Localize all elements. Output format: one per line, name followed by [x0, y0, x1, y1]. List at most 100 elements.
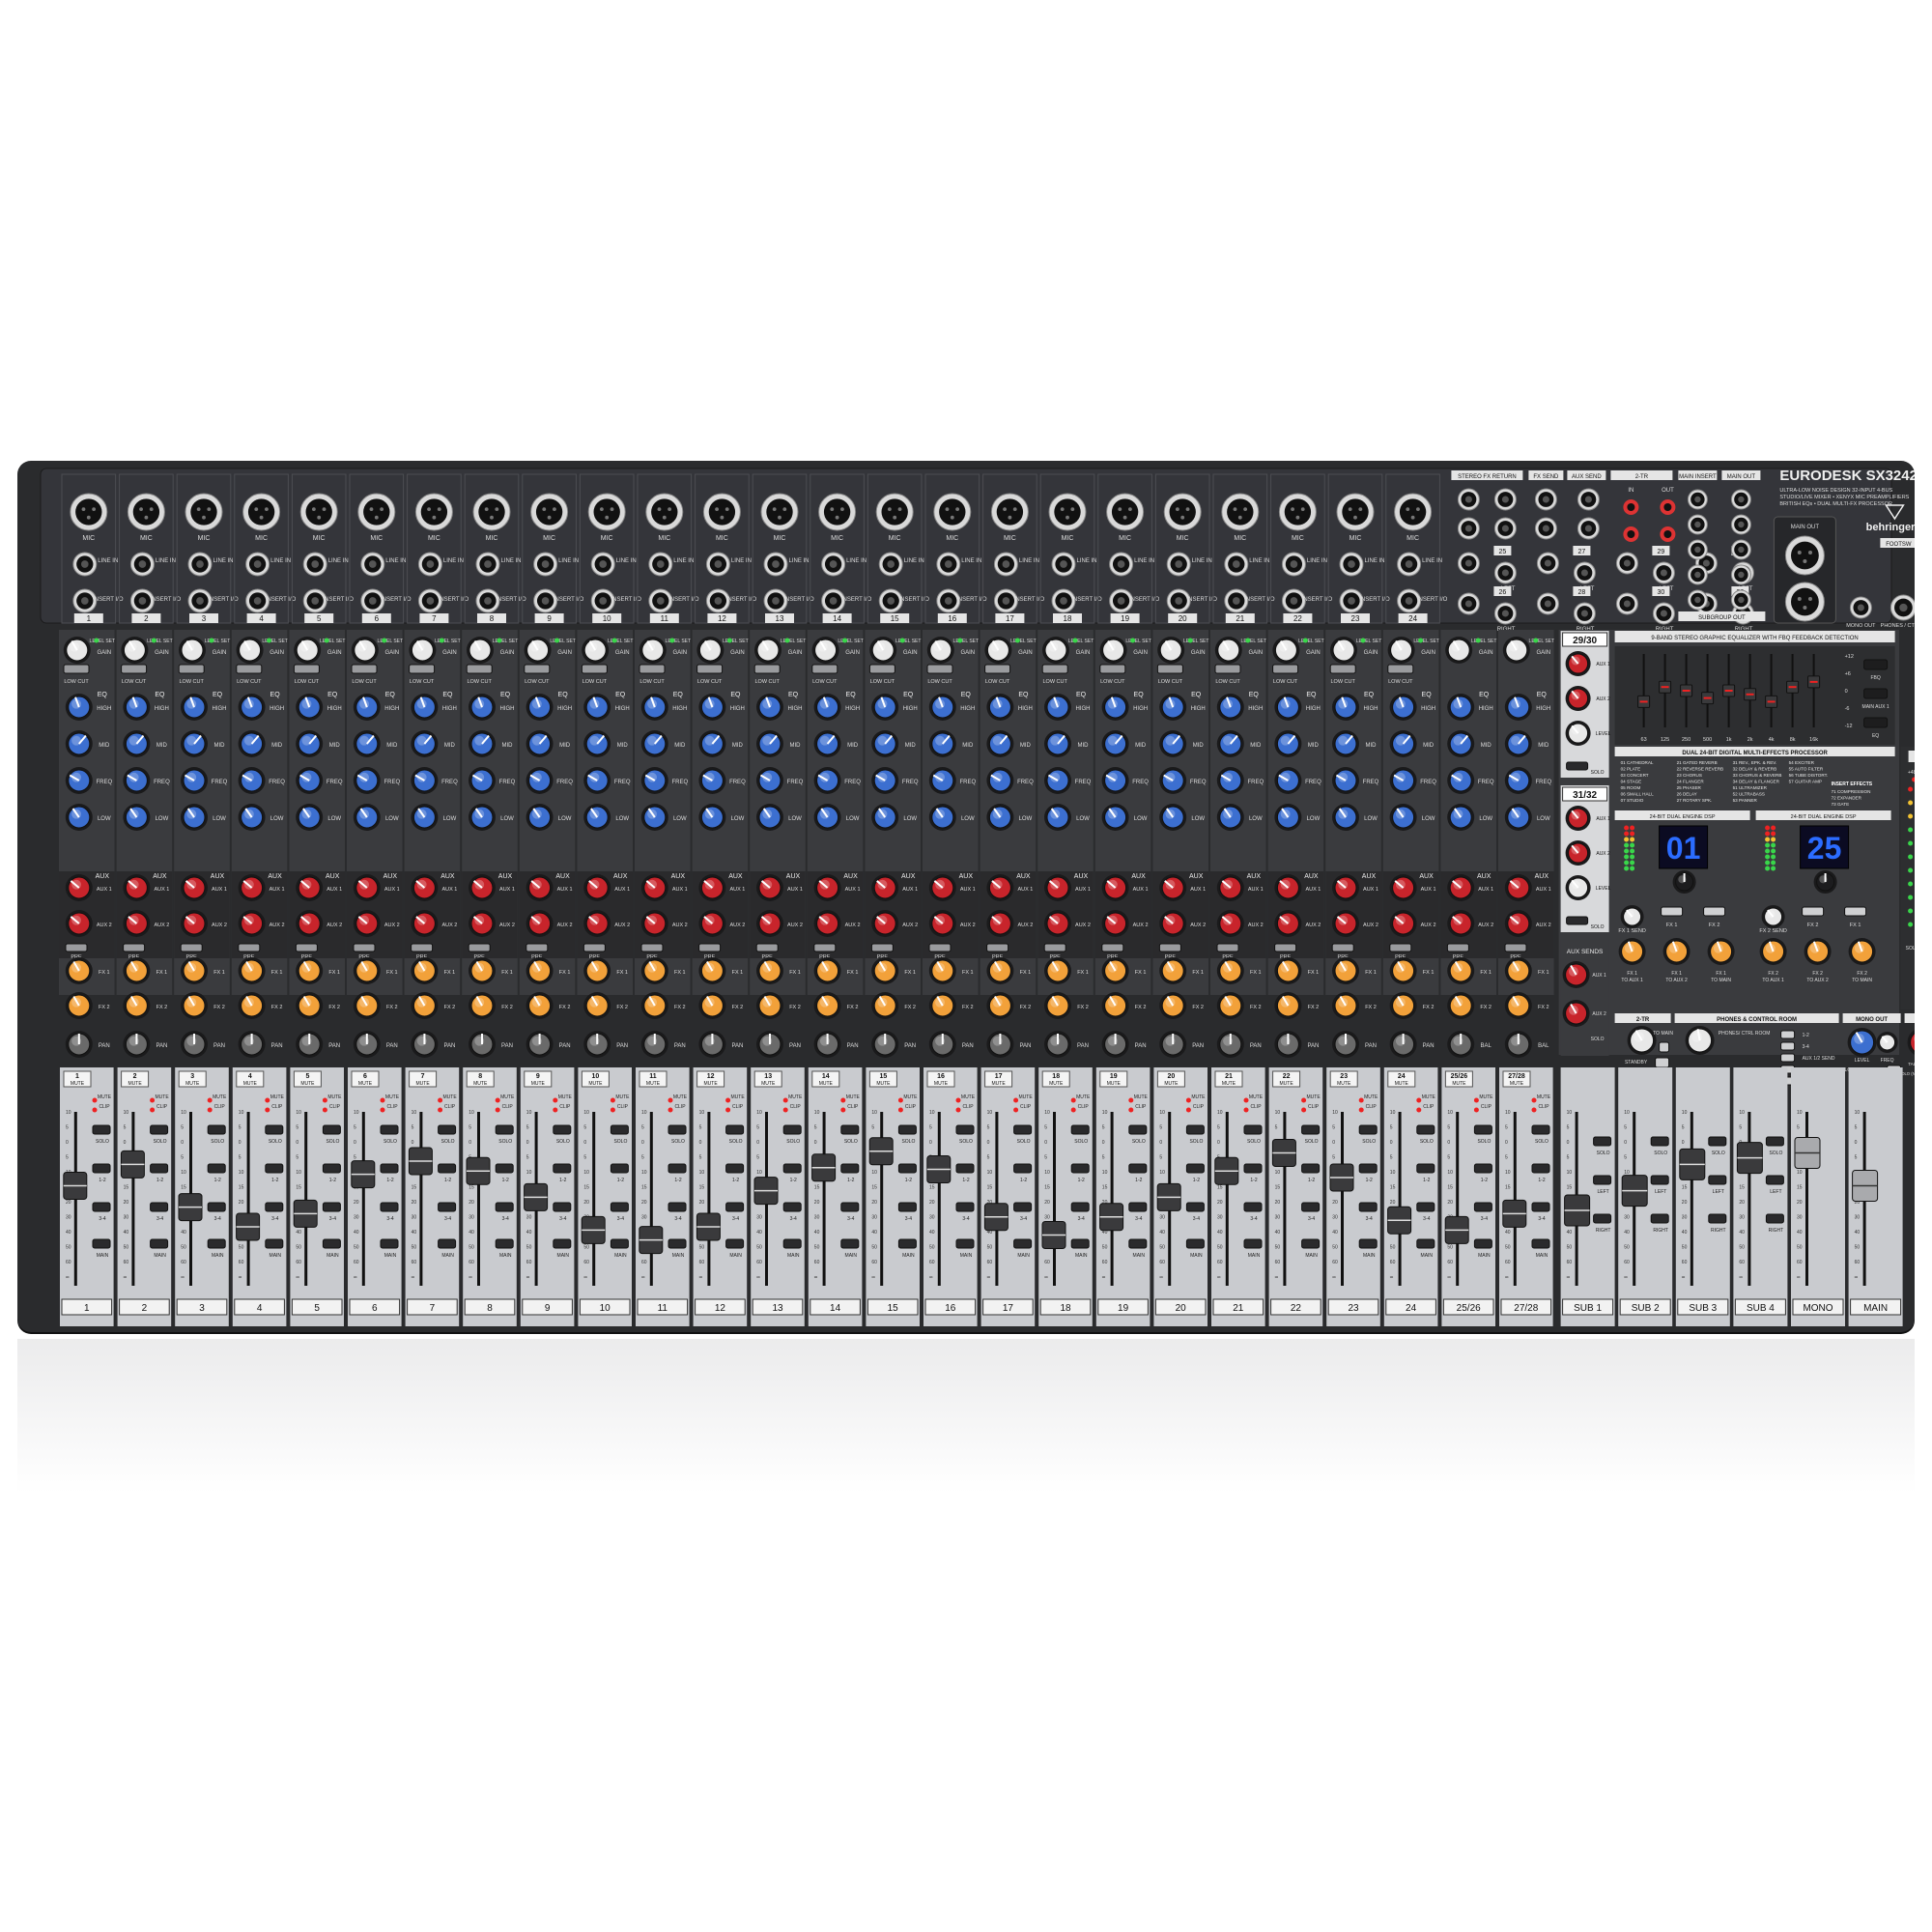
main-assign-button-12[interactable]: [725, 1238, 745, 1249]
fx1-send-knob-19[interactable]: [1101, 957, 1129, 984]
eq-low-knob-4[interactable]: [238, 804, 266, 831]
eq-high-knob-24[interactable]: [1389, 694, 1417, 721]
eq-low-knob-1[interactable]: [65, 804, 93, 831]
bus-34-button-15[interactable]: [897, 1202, 917, 1212]
mic-input-6[interactable]: [357, 493, 396, 531]
main-assign-button-7[interactable]: [438, 1238, 457, 1249]
low-cut-button-18[interactable]: [1041, 664, 1068, 674]
main-out-jack[interactable]: [1730, 564, 1751, 585]
eq-mid-knob-12[interactable]: [698, 730, 726, 757]
aux1-knob-10[interactable]: [583, 874, 611, 901]
fx2-send-knob-3[interactable]: [181, 992, 208, 1019]
aux2-knob-9[interactable]: [526, 910, 554, 937]
fx2-send-knob-27/28[interactable]: [1504, 992, 1532, 1019]
aux2-knob-12[interactable]: [698, 910, 726, 937]
pan-knob-17[interactable]: [986, 1031, 1014, 1058]
pan-knob-18[interactable]: [1044, 1031, 1071, 1058]
gain-knob-22[interactable]: [1272, 637, 1300, 664]
solo-button-23[interactable]: [1358, 1124, 1378, 1135]
solo-button-1[interactable]: [92, 1124, 111, 1135]
fx-send-jack[interactable]: [1534, 488, 1557, 511]
low-cut-button-12[interactable]: [696, 664, 724, 674]
phones-jack[interactable]: [1889, 594, 1917, 621]
main-assign-button-13[interactable]: [782, 1238, 802, 1249]
mic-input-7[interactable]: [414, 493, 453, 531]
bus-34-button-17[interactable]: [1013, 1202, 1033, 1212]
bus-34-button-18[interactable]: [1070, 1202, 1090, 1212]
main-out-jack[interactable]: [1730, 514, 1751, 535]
bus-34-button-20[interactable]: [1185, 1202, 1205, 1212]
mic-input-5[interactable]: [299, 493, 338, 531]
pan-knob-16[interactable]: [928, 1031, 956, 1058]
aux2-knob-19[interactable]: [1101, 910, 1129, 937]
channel-fader-5[interactable]: [293, 1199, 318, 1228]
solo-button-13[interactable]: [782, 1124, 802, 1135]
eq-high-knob-19[interactable]: [1101, 694, 1129, 721]
line-input-16[interactable]: [936, 552, 961, 577]
stereo-line-jack-27-b[interactable]: [1573, 561, 1596, 584]
fx2-send-knob-5[interactable]: [296, 992, 324, 1019]
pan-knob-5[interactable]: [296, 1031, 324, 1058]
eq-low-knob-20[interactable]: [1159, 804, 1187, 831]
aux1-knob-25/26[interactable]: [1447, 874, 1475, 901]
fx1-send-knob-15[interactable]: [871, 957, 899, 984]
eq-high-knob-5[interactable]: [296, 694, 324, 721]
aux1-knob-27/28[interactable]: [1504, 874, 1532, 901]
bus-12-button-17[interactable]: [1013, 1163, 1033, 1174]
fx1-send-knob-6[interactable]: [353, 957, 381, 984]
aux1-knob-11[interactable]: [640, 874, 668, 901]
pan-knob-25/26[interactable]: [1447, 1031, 1475, 1058]
low-cut-button-16[interactable]: [926, 664, 953, 674]
bus-34-button-23[interactable]: [1358, 1202, 1378, 1212]
fx-return-solo-button[interactable]: [1566, 761, 1589, 771]
line-input-22[interactable]: [1281, 552, 1306, 577]
bus-12-button-1[interactable]: [92, 1163, 111, 1174]
eq-high-knob-13[interactable]: [756, 694, 783, 721]
fx1-send-knob-23[interactable]: [1332, 957, 1359, 984]
pre-button-21[interactable]: [1216, 943, 1239, 952]
gain-knob-1[interactable]: [63, 637, 91, 664]
solo-button-2[interactable]: [150, 1124, 169, 1135]
geq-fader-125[interactable]: [1659, 680, 1672, 694]
line-input-14[interactable]: [821, 552, 846, 577]
aux1-knob-8[interactable]: [469, 874, 496, 901]
sub-assign-left-sub3[interactable]: [1708, 1175, 1727, 1185]
aux2-knob-11[interactable]: [640, 910, 668, 937]
main-assign-button-2[interactable]: [150, 1238, 169, 1249]
ctrl-room-source-1[interactable]: [1780, 1041, 1796, 1051]
bus-12-button-10[interactable]: [610, 1163, 629, 1174]
aux1-knob-18[interactable]: [1044, 874, 1071, 901]
gain-knob-10[interactable]: [582, 637, 610, 664]
eq-mid-knob-16[interactable]: [928, 730, 956, 757]
eq-low-knob-21[interactable]: [1216, 804, 1244, 831]
eq-mid-knob-4[interactable]: [238, 730, 266, 757]
fx2-send-knob-4[interactable]: [238, 992, 266, 1019]
eq-low-knob-15[interactable]: [871, 804, 899, 831]
eq-low-knob-27/28[interactable]: [1504, 804, 1532, 831]
main-out-jack[interactable]: [1730, 539, 1751, 560]
two-tr-to-main-button[interactable]: [1659, 1041, 1670, 1053]
pan-knob-12[interactable]: [698, 1031, 726, 1058]
gain-knob-14[interactable]: [811, 637, 839, 664]
gain-knob-20[interactable]: [1157, 637, 1185, 664]
pre-button-14[interactable]: [813, 943, 837, 952]
solo-button-18[interactable]: [1070, 1124, 1090, 1135]
aux2-knob-13[interactable]: [756, 910, 783, 937]
pre-button-22[interactable]: [1274, 943, 1297, 952]
gain-knob-9[interactable]: [524, 637, 552, 664]
aux2-knob-18[interactable]: [1044, 910, 1071, 937]
aux1-knob-7[interactable]: [411, 874, 439, 901]
fx1-send-knob-16[interactable]: [928, 957, 956, 984]
pre-button-16[interactable]: [928, 943, 952, 952]
sub-assign-left-sub1[interactable]: [1593, 1175, 1612, 1185]
aux2-knob-17[interactable]: [986, 910, 1014, 937]
sub-assign-left-sub4[interactable]: [1765, 1175, 1784, 1185]
solo-button-21[interactable]: [1243, 1124, 1263, 1135]
eq-mid-knob-9[interactable]: [526, 730, 554, 757]
channel-fader-17[interactable]: [983, 1203, 1009, 1232]
low-cut-button-2[interactable]: [121, 664, 148, 674]
eq-high-knob-12[interactable]: [698, 694, 726, 721]
eq-mid-knob-18[interactable]: [1044, 730, 1071, 757]
stereo-line-jack-28-b[interactable]: [1573, 602, 1596, 625]
eq-mid-knob-23[interactable]: [1332, 730, 1359, 757]
